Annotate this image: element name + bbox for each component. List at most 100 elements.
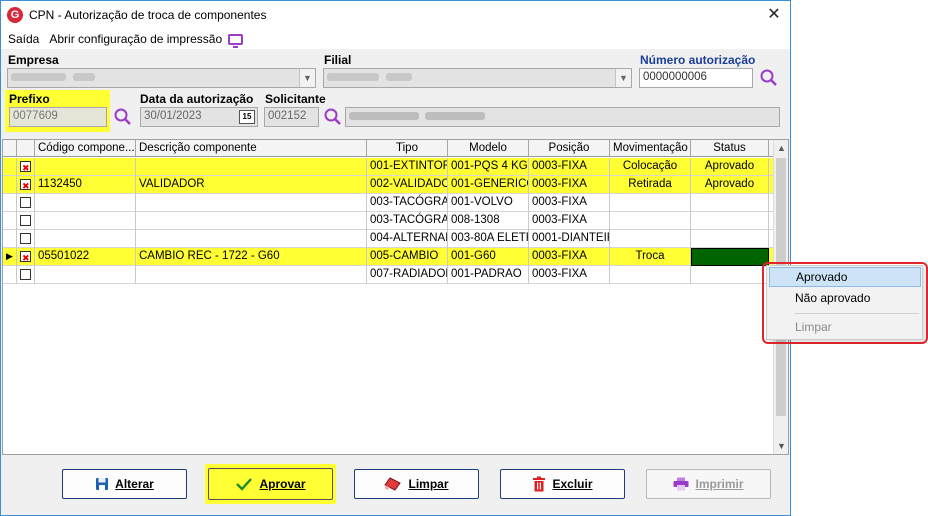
cell-modelo: 001-PADRAO	[448, 266, 529, 284]
header-status[interactable]: Status	[691, 140, 769, 157]
row-checkbox[interactable]	[20, 269, 31, 280]
row-checkbox[interactable]	[20, 250, 31, 266]
row-check[interactable]	[17, 212, 35, 230]
row-pointer	[3, 176, 17, 194]
row-checkbox[interactable]	[20, 178, 31, 194]
cell-descricao	[136, 212, 367, 230]
table-row[interactable]: 004-ALTERNADOR003-80A ELETRICO0001-DIANT…	[3, 230, 775, 248]
main-window: G CPN - Autorização de troca de componen…	[0, 0, 791, 516]
aprovar-button[interactable]: Aprovar	[208, 468, 333, 500]
prefixo-field[interactable]: 0077609	[9, 107, 107, 127]
grid-header: Código compone... Descrição componente T…	[3, 140, 775, 157]
filial-select[interactable]: ▼	[323, 68, 632, 88]
imprimir-button[interactable]: Imprimir	[646, 469, 771, 499]
alterar-label: Alterar	[115, 477, 154, 491]
row-check[interactable]	[17, 266, 35, 284]
numero-autorizacao-label: Número autorização	[640, 53, 756, 67]
prefixo-label: Prefixo	[9, 92, 50, 106]
checkmark-icon	[236, 478, 253, 491]
context-item-nao-aprovado[interactable]: Não aprovado	[769, 288, 921, 308]
table-row[interactable]: ▶ 05501022CAMBIO REC - 1722 - G60005-CAMB…	[3, 248, 775, 266]
row-checkbox[interactable]	[20, 160, 31, 176]
row-check[interactable]	[17, 230, 35, 248]
solicitante-nome-field[interactable]	[345, 107, 780, 127]
window-title: CPN - Autorização de troca de componente…	[29, 8, 267, 22]
search-icon[interactable]	[323, 107, 343, 127]
row-check[interactable]	[17, 248, 35, 266]
cell-movimentacao	[610, 230, 691, 248]
cell-codigo	[35, 266, 136, 284]
header-modelo[interactable]: Modelo	[448, 140, 529, 157]
close-button[interactable]: ✕	[764, 5, 784, 25]
cell-tipo: 004-ALTERNADOR	[367, 230, 448, 248]
cell-movimentacao: Troca	[610, 248, 691, 266]
row-check[interactable]	[17, 194, 35, 212]
cell-status[interactable]	[691, 248, 769, 266]
header-movimentacao[interactable]: Movimentação	[610, 140, 691, 157]
componentes-grid[interactable]: Código compone... Descrição componente T…	[2, 139, 789, 455]
cell-status[interactable]	[691, 212, 769, 230]
cell-status[interactable]: Aprovado	[691, 176, 769, 194]
row-pointer	[3, 266, 17, 284]
cell-tipo: 003-TACÓGRAFO	[367, 194, 448, 212]
limpar-button[interactable]: Limpar	[354, 469, 479, 499]
header-posicao[interactable]: Posição	[529, 140, 610, 157]
table-row[interactable]: 007-RADIADOR 001-PADRAO 0003-FIXA	[3, 266, 775, 284]
table-row[interactable]: 003-TACÓGRAFO001-VOLVO0003-FIXA	[3, 194, 775, 212]
cell-codigo	[35, 230, 136, 248]
cell-descricao: VALIDADOR	[136, 176, 367, 194]
scroll-up-icon[interactable]: ▲	[774, 140, 788, 156]
cell-codigo	[35, 212, 136, 230]
menu-abrir-configuracao[interactable]: Abrir configuração de impressão	[46, 32, 226, 46]
cell-status[interactable]	[691, 194, 769, 212]
cell-descricao	[136, 230, 367, 248]
cell-descricao	[136, 158, 367, 176]
menu-saida[interactable]: Saída	[1, 32, 46, 46]
cell-descricao	[136, 194, 367, 212]
context-item-limpar[interactable]: Limpar	[769, 317, 921, 337]
cell-modelo: 001-PQS 4 KG	[448, 158, 529, 176]
header-descricao[interactable]: Descrição componente	[136, 140, 367, 157]
numero-autorizacao-field[interactable]: 0000000006	[639, 68, 753, 88]
cell-status[interactable]	[691, 230, 769, 248]
context-separator	[795, 313, 919, 314]
header-codigo[interactable]: Código compone...	[35, 140, 136, 157]
cell-modelo: 003-80A ELETRICO	[448, 230, 529, 248]
cell-movimentacao: Retirada	[610, 176, 691, 194]
cell-descricao	[136, 266, 367, 284]
header-tipo[interactable]: Tipo	[367, 140, 448, 157]
alterar-button[interactable]: Alterar	[62, 469, 187, 499]
row-pointer	[3, 230, 17, 248]
table-row[interactable]: 001-EXTINTOR001-PQS 4 KG0003-FIXAColocaç…	[3, 158, 775, 176]
row-checkbox[interactable]	[20, 197, 31, 208]
row-checkbox[interactable]	[20, 215, 31, 226]
row-pointer	[3, 212, 17, 230]
scroll-down-icon[interactable]: ▼	[774, 438, 788, 454]
cell-posicao: 0003-FIXA	[529, 176, 610, 194]
solicitante-field[interactable]: 002152	[264, 107, 319, 127]
row-checkbox[interactable]	[20, 233, 31, 244]
chevron-down-icon[interactable]: ▼	[299, 69, 315, 87]
trash-icon	[533, 476, 546, 492]
row-check[interactable]	[17, 176, 35, 194]
calendar-icon[interactable]: 15	[239, 110, 255, 124]
search-icon[interactable]	[759, 68, 779, 88]
excluir-button[interactable]: Excluir	[500, 469, 625, 499]
context-item-aprovado[interactable]: Aprovado	[769, 267, 921, 287]
cell-movimentacao	[610, 194, 691, 212]
chevron-down-icon[interactable]: ▼	[615, 69, 631, 87]
cell-movimentacao	[610, 266, 691, 284]
monitor-icon[interactable]	[228, 33, 244, 48]
cell-tipo: 003-TACÓGRAFO	[367, 212, 448, 230]
aprovar-label: Aprovar	[259, 477, 306, 491]
empresa-select[interactable]: ▼	[7, 68, 316, 88]
row-check[interactable]	[17, 158, 35, 176]
table-row[interactable]: 1132450VALIDADOR002-VALIDADOR001-GENERIC…	[3, 176, 775, 194]
redacted-text	[11, 72, 66, 81]
table-row[interactable]: 003-TACÓGRAFO008-13080003-FIXA	[3, 212, 775, 230]
cell-tipo: 002-VALIDADOR	[367, 176, 448, 194]
solicitante-label: Solicitante	[265, 92, 326, 106]
search-icon[interactable]	[113, 107, 133, 127]
cell-status[interactable]	[691, 266, 769, 284]
cell-status[interactable]: Aprovado	[691, 158, 769, 176]
